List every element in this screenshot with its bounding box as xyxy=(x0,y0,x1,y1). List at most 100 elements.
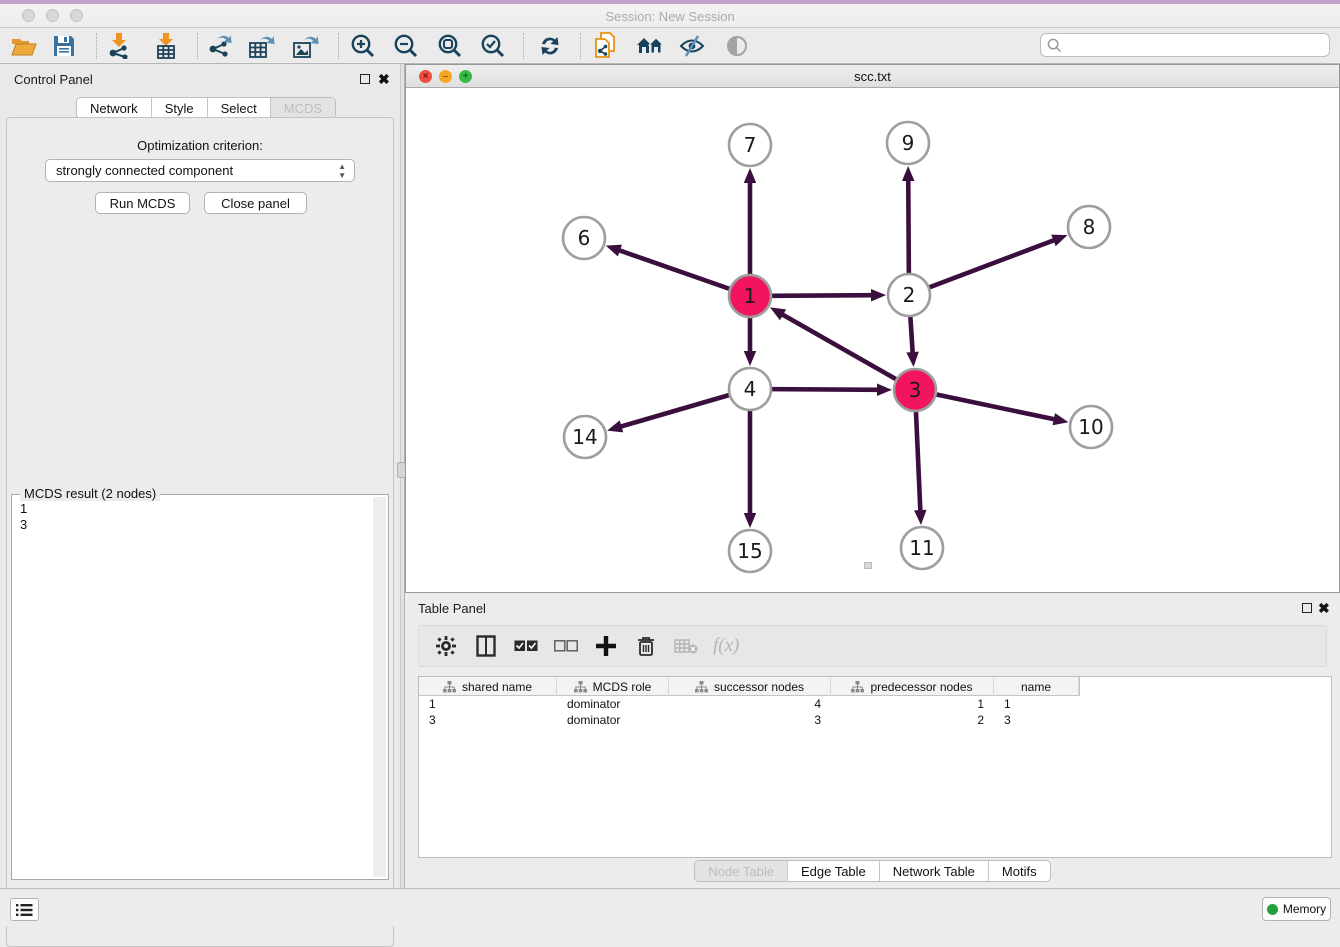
column-header-name[interactable]: name xyxy=(994,677,1079,696)
import-table-button[interactable] xyxy=(148,29,184,63)
canvas-grip[interactable] xyxy=(864,562,872,569)
table-cell: 4 xyxy=(669,697,831,711)
table-panel-title: Table Panel xyxy=(418,601,486,616)
tab-network-table[interactable]: Network Table xyxy=(880,861,989,881)
tab-node-table[interactable]: Node Table xyxy=(695,861,788,881)
network-graph-canvas[interactable]: 7968124314101511 xyxy=(406,88,1339,592)
clone-network-button[interactable] xyxy=(587,29,623,63)
delete-table-button[interactable] xyxy=(673,633,699,659)
graph-arrowhead xyxy=(914,510,926,525)
zoom-in-icon xyxy=(350,33,376,59)
table-row[interactable]: 1dominator411 xyxy=(419,696,1331,712)
optimization-criterion-select[interactable]: strongly connected component ▲▼ xyxy=(45,159,355,182)
table-cell: 3 xyxy=(669,713,831,727)
graph-arrowhead xyxy=(877,384,892,396)
zoom-fit-button[interactable] xyxy=(432,29,468,63)
tab-style[interactable]: Style xyxy=(152,98,208,118)
graph-arrowhead xyxy=(744,513,757,528)
close-panel-icon[interactable]: ✖ xyxy=(378,74,390,84)
zoom-selected-button[interactable] xyxy=(475,29,511,63)
column-header-MCDS-role[interactable]: MCDS role xyxy=(557,677,669,696)
graph-arrowhead xyxy=(744,168,757,183)
graph-edge-4-14[interactable] xyxy=(619,395,729,427)
refresh-view-button[interactable] xyxy=(532,29,568,63)
tab-edge-table[interactable]: Edge Table xyxy=(788,861,880,881)
result-scrollbar-track[interactable] xyxy=(373,497,386,877)
zoom-out-button[interactable] xyxy=(388,29,424,63)
graph-edge-3-10[interactable] xyxy=(937,395,1057,420)
zoom-fit-icon xyxy=(437,33,463,59)
network-view-window: × – + scc.txt 7968124314101511 xyxy=(405,64,1340,593)
table-row[interactable]: 3dominator323 xyxy=(419,712,1331,728)
graph-node-label: 1 xyxy=(744,284,757,308)
delete-column-button[interactable] xyxy=(633,633,659,659)
unselect-all-button[interactable] xyxy=(553,633,579,659)
function-builder-button[interactable]: f(x) xyxy=(713,635,739,657)
graph-node-label: 14 xyxy=(572,425,597,449)
save-session-button[interactable] xyxy=(46,29,82,63)
node-table[interactable]: shared name MCDS role successor nodesprede… xyxy=(418,676,1332,858)
tab-mcds[interactable]: MCDS xyxy=(271,98,335,118)
table-cell: dominator xyxy=(557,713,669,727)
unchecked-boxes-icon xyxy=(554,640,578,652)
zoom-in-button[interactable] xyxy=(345,29,381,63)
graph-arrowhead xyxy=(744,351,757,366)
float-panel-icon[interactable] xyxy=(360,74,370,84)
column-type-icon xyxy=(443,681,456,693)
column-header-successor-nodes[interactable]: successor nodes xyxy=(669,677,831,696)
tab-motifs[interactable]: Motifs xyxy=(989,861,1050,881)
clone-network-icon xyxy=(593,32,617,60)
tab-select[interactable]: Select xyxy=(208,98,271,118)
run-mcds-button[interactable]: Run MCDS xyxy=(95,192,190,214)
import-network-button[interactable] xyxy=(101,29,137,63)
zoom-selected-icon xyxy=(480,33,506,59)
close-table-panel-icon[interactable]: ✖ xyxy=(1318,603,1330,613)
graph-edge-4-3[interactable] xyxy=(772,389,880,390)
window-title: Session: New Session xyxy=(0,9,1340,24)
hide-selected-button[interactable] xyxy=(674,29,710,63)
export-table-button[interactable] xyxy=(244,29,280,63)
column-type-icon xyxy=(695,681,708,693)
graph-edge-2-8[interactable] xyxy=(930,239,1057,287)
graph-edge-3-1[interactable] xyxy=(780,313,895,379)
mcds-result-line: 3 xyxy=(20,517,27,533)
network-window-title: scc.txt xyxy=(406,69,1339,84)
export-network-button[interactable] xyxy=(202,29,238,63)
eye-disabled-icon xyxy=(724,34,750,58)
graph-node-label: 15 xyxy=(737,539,762,563)
gear-icon xyxy=(436,636,456,656)
graph-edge-2-9[interactable] xyxy=(908,178,909,273)
table-settings-button[interactable] xyxy=(433,633,459,659)
save-floppy-icon xyxy=(53,35,75,57)
open-session-button[interactable] xyxy=(6,29,42,63)
table-cell: 1 xyxy=(994,697,1079,711)
mcds-result-lines: 1 3 xyxy=(20,501,27,533)
table-cell: 3 xyxy=(994,713,1079,727)
tab-network[interactable]: Network xyxy=(77,98,152,118)
graph-edge-3-11[interactable] xyxy=(916,412,920,513)
float-table-panel-icon[interactable] xyxy=(1302,603,1312,613)
eye-slash-icon xyxy=(678,34,706,58)
graph-edge-2-3[interactable] xyxy=(910,317,912,355)
close-panel-button[interactable]: Close panel xyxy=(204,192,307,214)
column-header-label: MCDS role xyxy=(593,680,652,694)
graph-node-label: 2 xyxy=(903,283,916,307)
select-all-button[interactable] xyxy=(513,633,539,659)
add-column-button[interactable] xyxy=(593,633,619,659)
graph-node-label: 6 xyxy=(578,226,591,250)
memory-button[interactable]: Memory xyxy=(1262,897,1331,921)
mcds-result-box: MCDS result (2 nodes) 1 3 xyxy=(11,494,389,880)
show-preview-button[interactable] xyxy=(719,29,755,63)
graph-node-label: 9 xyxy=(902,131,915,155)
column-header-predecessor-nodes[interactable]: predecessor nodes xyxy=(831,677,994,696)
graph-edge-1-2[interactable] xyxy=(772,295,874,296)
export-image-button[interactable] xyxy=(288,29,324,63)
window-titlebar: Session: New Session xyxy=(0,4,1340,28)
task-history-button[interactable] xyxy=(10,898,39,921)
search-input[interactable] xyxy=(1062,38,1317,52)
go-home-button[interactable] xyxy=(632,29,668,63)
column-header-shared-name[interactable]: shared name xyxy=(419,677,557,696)
column-layout-button[interactable] xyxy=(473,633,499,659)
graph-arrowhead xyxy=(902,166,914,181)
graph-edge-1-6[interactable] xyxy=(617,250,729,289)
